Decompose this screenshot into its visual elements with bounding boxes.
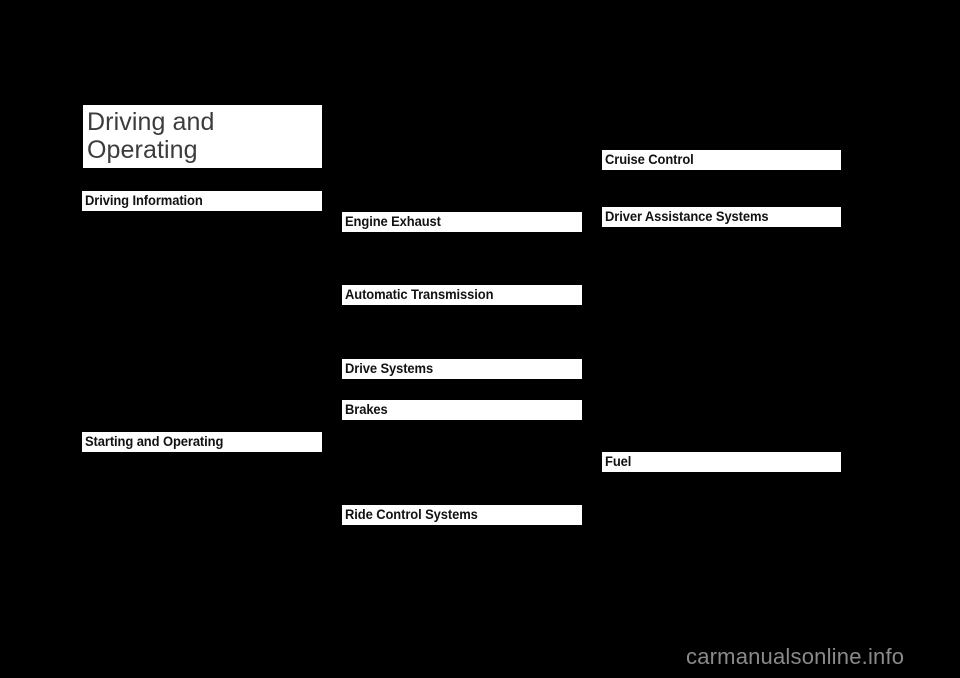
section-heading-brakes[interactable]: Brakes — [342, 400, 582, 420]
section-heading-fuel[interactable]: Fuel — [602, 452, 841, 472]
section-heading-label: Brakes — [345, 402, 388, 417]
section-heading-label: Cruise Control — [605, 152, 694, 167]
section-heading-label: Engine Exhaust — [345, 214, 441, 229]
section-heading-engine-exhaust[interactable]: Engine Exhaust — [342, 212, 582, 232]
section-heading-label: Automatic Transmission — [345, 287, 494, 302]
section-heading-driving-information[interactable]: Driving Information — [82, 191, 322, 211]
chapter-title-line-2: Operating — [87, 136, 198, 164]
section-heading-label: Driving Information — [85, 193, 203, 208]
section-heading-driver-assistance-systems[interactable]: Driver Assistance Systems — [602, 207, 841, 227]
chapter-title-plate: Driving and Operating — [83, 105, 322, 168]
section-heading-ride-control-systems[interactable]: Ride Control Systems — [342, 505, 582, 525]
section-heading-label: Ride Control Systems — [345, 507, 478, 522]
section-heading-automatic-transmission[interactable]: Automatic Transmission — [342, 285, 582, 305]
section-heading-drive-systems[interactable]: Drive Systems — [342, 359, 582, 379]
document-page: Driving and Operating Driving Informatio… — [0, 0, 960, 678]
section-heading-label: Driver Assistance Systems — [605, 209, 769, 224]
section-heading-label: Fuel — [605, 454, 632, 469]
section-heading-starting-and-operating[interactable]: Starting and Operating — [82, 432, 322, 452]
section-heading-label: Starting and Operating — [85, 434, 224, 449]
chapter-title-line-1: Driving and — [87, 108, 215, 136]
site-watermark: carmanualsonline.info — [686, 644, 905, 669]
section-heading-label: Drive Systems — [345, 361, 434, 376]
section-heading-cruise-control[interactable]: Cruise Control — [602, 150, 841, 170]
